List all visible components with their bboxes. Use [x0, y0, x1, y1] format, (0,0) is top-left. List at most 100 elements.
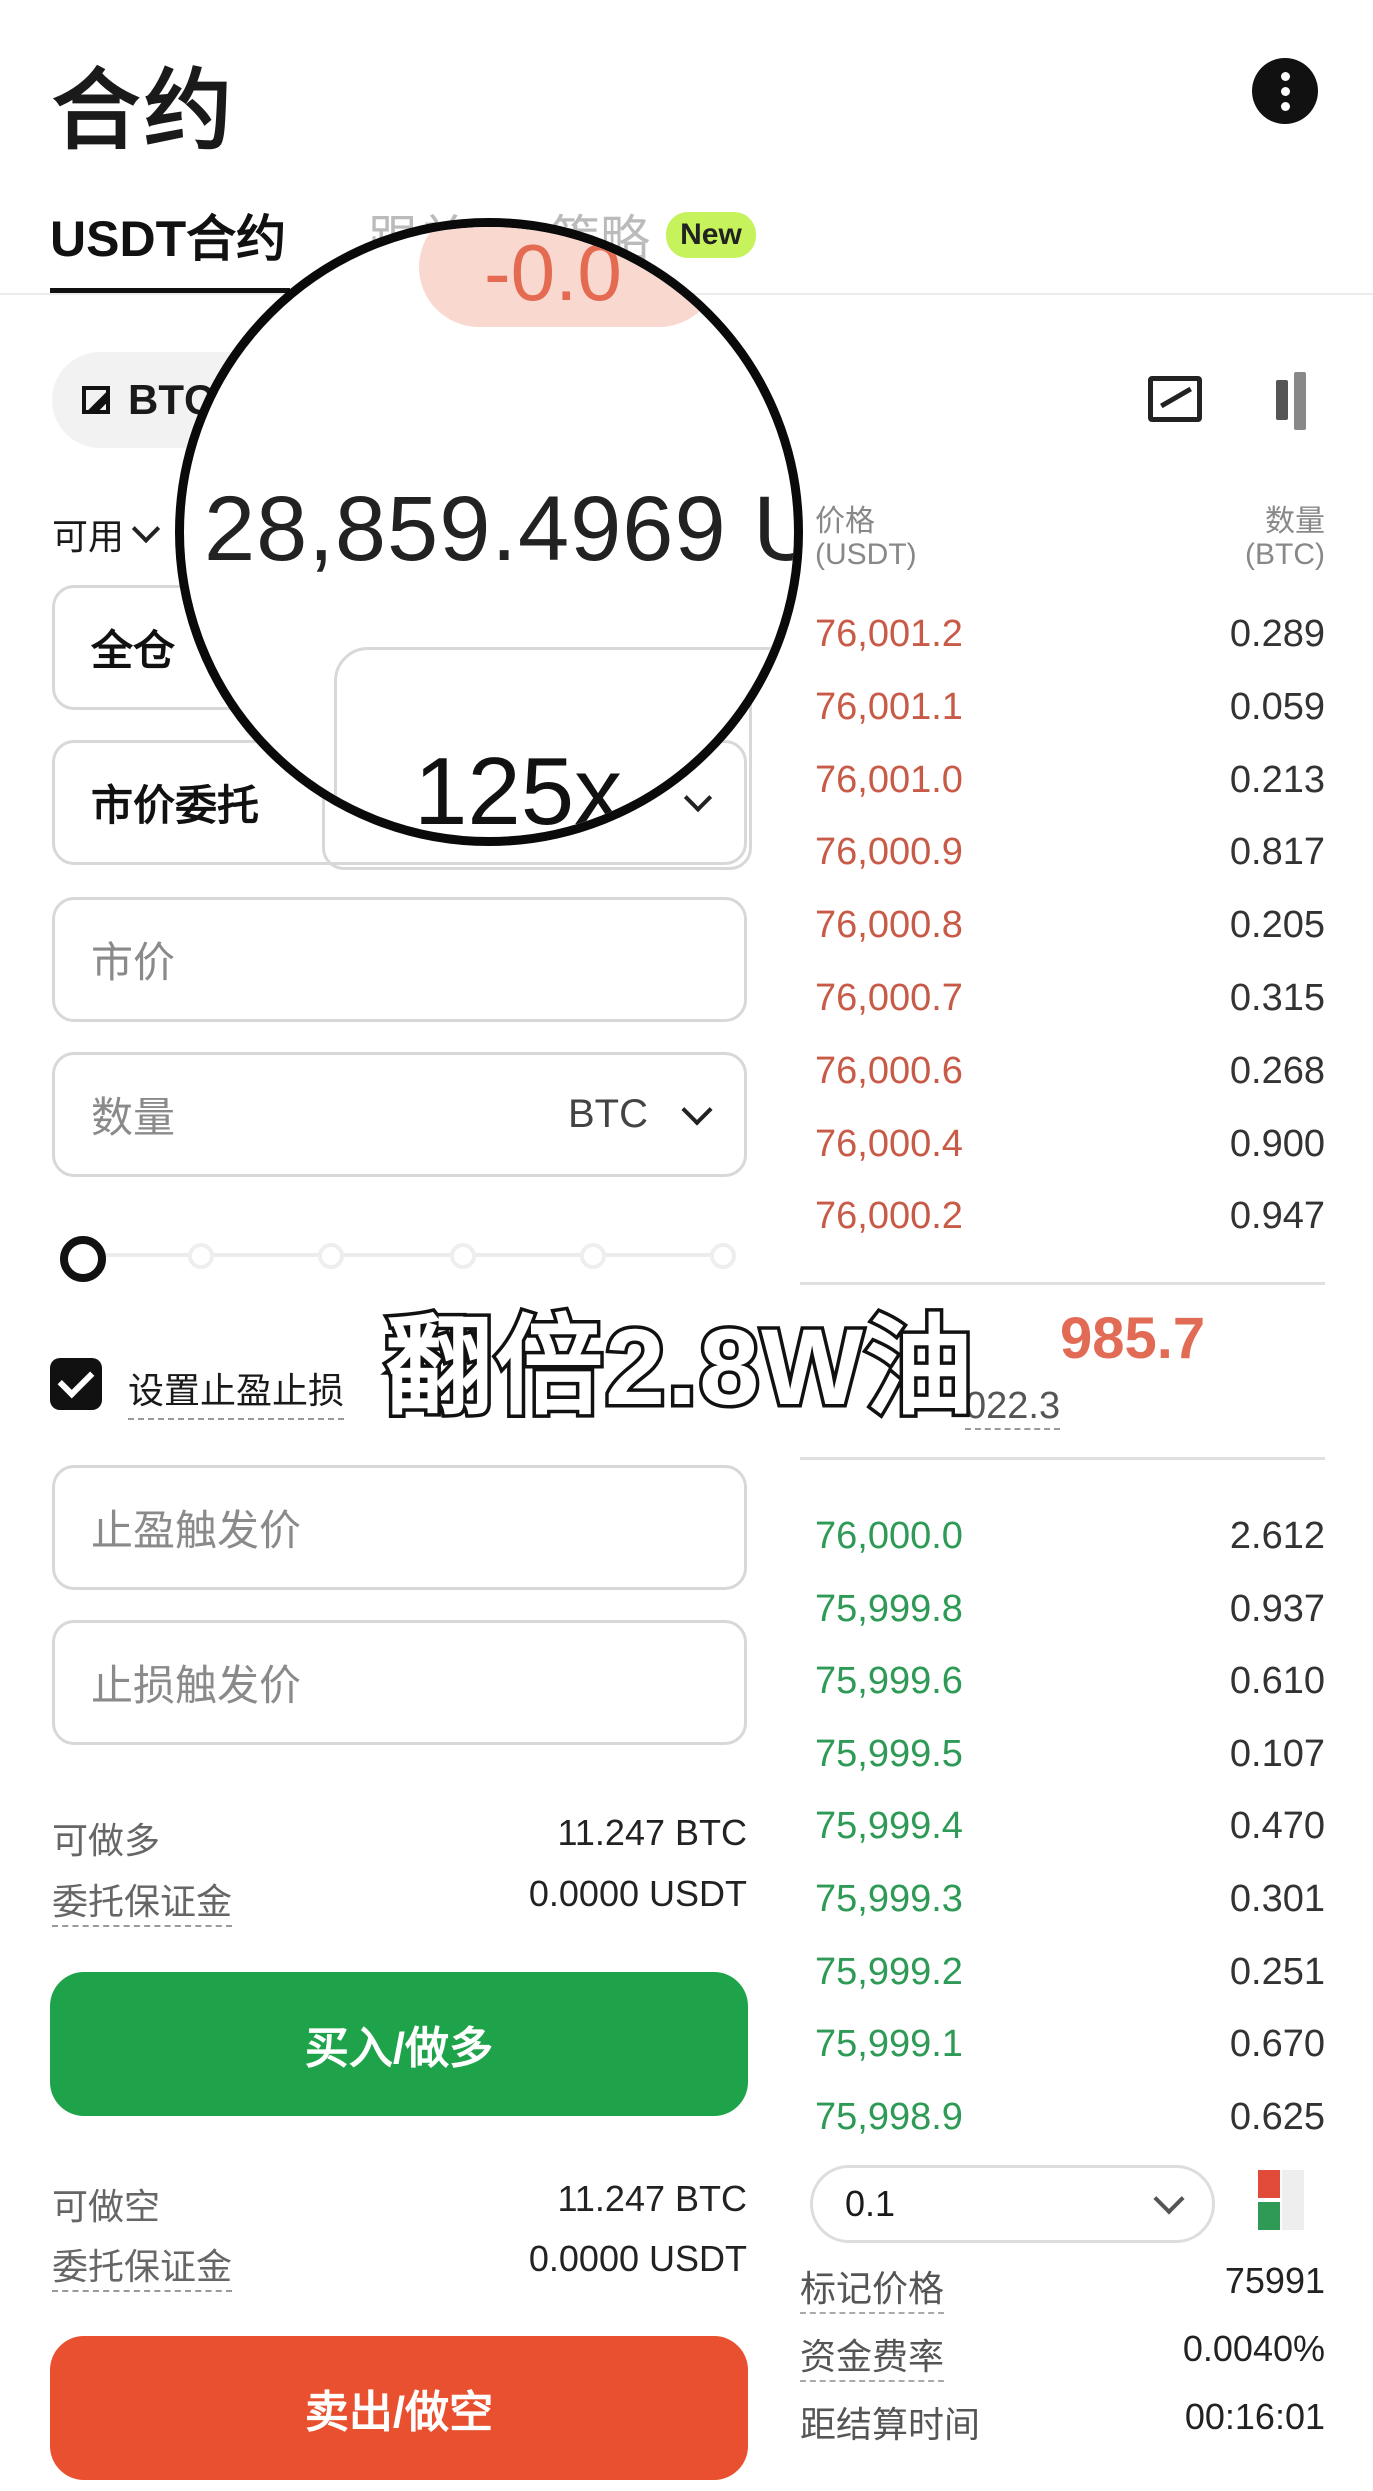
depth-select[interactable]: 0.1 — [810, 2165, 1215, 2243]
ask-qty: 0.059 — [1229, 685, 1325, 728]
ask-qty: 0.205 — [1229, 904, 1325, 947]
last-price: 985.7 — [1060, 1306, 1206, 1371]
bid-row[interactable]: 75,999.6 0.610 — [815, 1660, 1325, 1703]
slider-tick[interactable] — [450, 1243, 476, 1269]
tab-usdt-contract[interactable]: USDT合约 — [50, 199, 286, 271]
ask-row[interactable]: 76,000.4 0.900 — [815, 1123, 1325, 1166]
slider-tick[interactable] — [188, 1243, 214, 1269]
available-label: 可用 — [52, 516, 125, 557]
can-short-row: 可做空 11.247 BTC — [52, 2178, 747, 2227]
slider-tick[interactable] — [318, 1243, 344, 1269]
bid-row[interactable]: 75,999.2 0.251 — [815, 1951, 1325, 1994]
chevron-down-icon — [131, 514, 161, 544]
bid-price: 75,999.1 — [815, 2023, 963, 2066]
chevron-down-icon — [1153, 2183, 1185, 2215]
bid-qty: 0.610 — [1229, 1660, 1325, 1703]
tpsl-checkbox[interactable] — [50, 1358, 102, 1410]
can-long-row: 可做多 11.247 BTC — [52, 1812, 747, 1861]
bid-price: 75,999.5 — [815, 1732, 963, 1775]
chevron-down-icon — [681, 1093, 713, 1126]
more-options-button[interactable] — [1252, 58, 1318, 124]
ask-qty: 0.947 — [1229, 1195, 1325, 1238]
bid-row[interactable]: 75,999.1 0.670 — [815, 2023, 1325, 2066]
available-balance-toggle[interactable]: 可用 — [52, 508, 161, 560]
order-type-label: 市价委托 — [91, 782, 260, 829]
ask-row[interactable]: 76,000.2 0.947 — [815, 1195, 1325, 1238]
bid-price: 75,999.2 — [815, 1950, 963, 1993]
stop-loss-input[interactable]: 止损触发价 — [52, 1620, 747, 1745]
bid-price: 75,999.3 — [815, 1878, 963, 1920]
ask-row[interactable]: 76,001.1 0.059 — [815, 686, 1325, 729]
ask-row[interactable]: 76,001.0 0.213 — [815, 759, 1325, 802]
ask-qty: 0.268 — [1229, 1049, 1325, 1092]
ask-qty: 0.817 — [1229, 831, 1325, 874]
ask-price: 76,000.8 — [815, 904, 963, 947]
magnifier-overlay: -0.0 28,859.4969 U 125x — [175, 218, 803, 846]
short-margin-row: 委托保证金 0.0000 USDT — [52, 2238, 747, 2292]
mark-price-row: 标记价格 75991 — [800, 2260, 1325, 2314]
ask-qty: 0.315 — [1229, 977, 1325, 1019]
take-profit-input[interactable]: 止盈触发价 — [52, 1465, 747, 1590]
bid-row[interactable]: 75,999.5 0.107 — [815, 1733, 1325, 1776]
ask-price: 76,000.6 — [815, 1049, 963, 1092]
ask-price: 76,000.2 — [815, 1195, 963, 1238]
bid-price: 75,998.9 — [815, 2095, 963, 2138]
quantity-placeholder: 数量 — [91, 1094, 176, 1141]
magnifier-chip-text: -0.0 — [484, 228, 622, 317]
ask-price: 76,001.1 — [815, 685, 963, 728]
ask-row[interactable]: 76,000.9 0.817 — [815, 831, 1325, 874]
ask-row[interactable]: 76,001.2 0.289 — [815, 613, 1325, 656]
magnified-leverage: 125x — [414, 738, 623, 845]
bid-row[interactable]: 75,998.9 0.625 — [815, 2096, 1325, 2139]
bid-qty: 2.612 — [1229, 1515, 1325, 1557]
buy-long-button[interactable]: 买入/做多 — [50, 1972, 748, 2116]
bid-row[interactable]: 75,999.8 0.937 — [815, 1588, 1325, 1631]
ask-row[interactable]: 76,000.8 0.205 — [815, 904, 1325, 947]
funding-rate-row: 资金费率 0.0040% — [800, 2328, 1325, 2382]
amount-slider-thumb[interactable] — [60, 1236, 106, 1282]
ask-price: 76,000.9 — [815, 831, 963, 874]
ask-row[interactable]: 76,000.7 0.315 — [815, 977, 1325, 1020]
quantity-unit-select[interactable]: BTC — [568, 1092, 713, 1137]
more-icon — [1281, 72, 1290, 81]
ask-price: 76,001.0 — [815, 758, 963, 801]
ask-qty: 0.289 — [1229, 613, 1325, 655]
book-layout-icon[interactable] — [1252, 2168, 1310, 2236]
bid-qty: 0.301 — [1229, 1878, 1325, 1920]
bid-qty: 0.251 — [1229, 1950, 1325, 1993]
bid-qty: 0.937 — [1229, 1587, 1325, 1630]
bid-qty: 0.470 — [1229, 1805, 1325, 1848]
bid-price: 75,999.4 — [815, 1805, 963, 1848]
slider-tick[interactable] — [580, 1243, 606, 1269]
tpsl-label[interactable]: 设置止盈止损 — [128, 1362, 345, 1420]
bid-row[interactable]: 75,999.4 0.470 — [815, 1805, 1325, 1848]
bid-qty: 0.625 — [1229, 2095, 1325, 2138]
candlestick-icon[interactable] — [1272, 372, 1312, 432]
settlement-time-row: 距结算时间 00:16:01 — [800, 2396, 1325, 2445]
ask-price: 76,000.7 — [815, 977, 963, 1019]
bid-row[interactable]: 75,999.3 0.301 — [815, 1878, 1325, 1921]
long-margin-row: 委托保证金 0.0000 USDT — [52, 1873, 747, 1927]
mark-price-sub: 022.3 — [965, 1385, 1061, 1430]
bid-row[interactable]: 76,000.0 2.612 — [815, 1515, 1325, 1558]
bid-qty: 0.670 — [1229, 2023, 1325, 2066]
ask-row[interactable]: 76,000.6 0.268 — [815, 1050, 1325, 1093]
price-input[interactable]: 市价 — [52, 897, 747, 1022]
quantity-input[interactable]: 数量 BTC — [52, 1052, 747, 1177]
caption-overlay: 翻倍2.8W油 — [381, 1303, 976, 1431]
ask-qty: 0.213 — [1229, 758, 1325, 801]
ask-qty: 0.900 — [1229, 1122, 1325, 1165]
magnified-balance: 28,859.4969 U — [204, 478, 803, 580]
amount-slider-track[interactable] — [90, 1253, 730, 1257]
bid-qty: 0.107 — [1229, 1732, 1325, 1775]
bid-price: 76,000.0 — [815, 1515, 963, 1557]
page-title: 合约 — [52, 61, 237, 160]
slider-tick[interactable] — [710, 1243, 736, 1269]
divider — [800, 1457, 1325, 1460]
ask-price: 76,000.4 — [815, 1122, 963, 1165]
pair-icon — [82, 386, 110, 414]
orderbook-header: 价格 (USDT) 数量 (BTC) — [815, 505, 1325, 571]
chart-icon[interactable] — [1148, 376, 1202, 422]
bid-price: 75,999.6 — [815, 1660, 963, 1703]
sell-short-button[interactable]: 卖出/做空 — [50, 2336, 748, 2480]
